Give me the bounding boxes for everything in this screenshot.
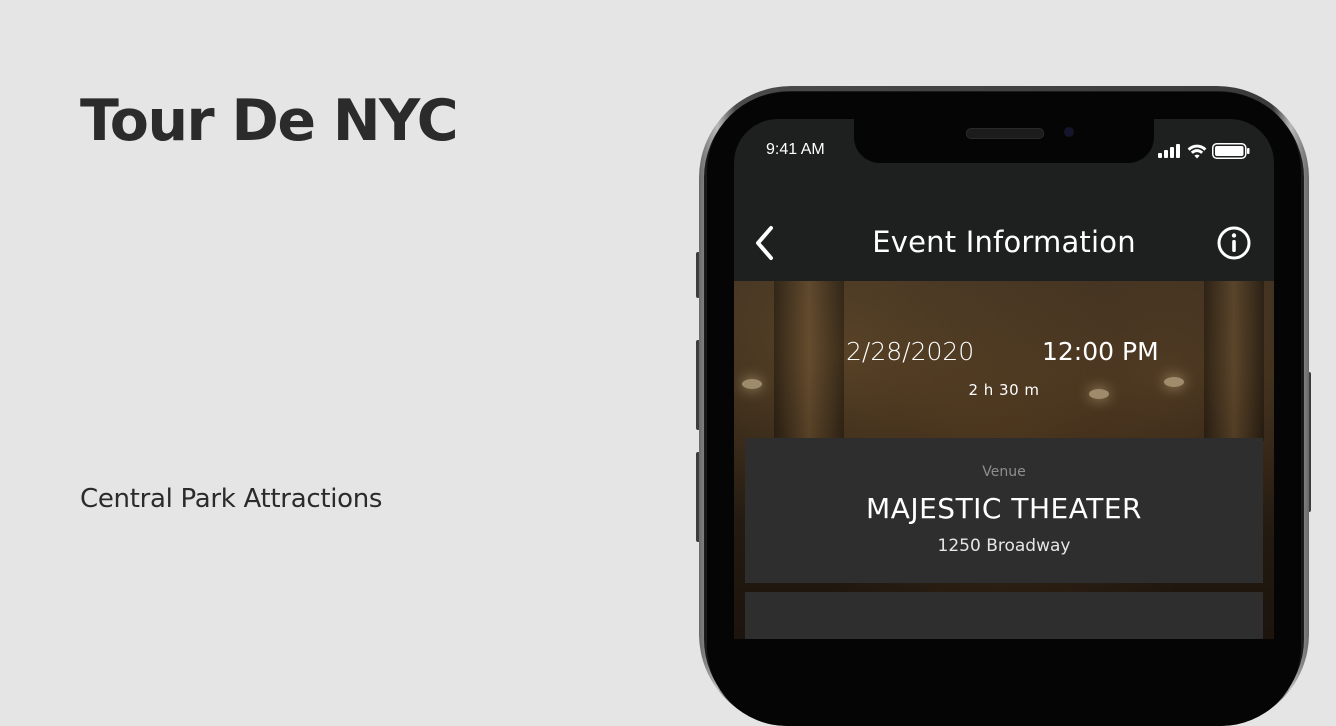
signal-icon (1158, 144, 1180, 158)
event-time: 12:00 PM (1042, 337, 1159, 366)
venue-address: 1250 Broadway (937, 536, 1071, 556)
page-subtitle: Central Park Attractions (80, 484, 383, 514)
status-time: 9:41 AM (766, 141, 825, 158)
phone-screen: 9:41 AM Event Information 2/28/2020 12:0… (734, 119, 1274, 639)
battery-icon (1212, 143, 1250, 159)
phone-notch (854, 119, 1154, 163)
event-duration: 2 h 30 m (968, 381, 1040, 399)
venue-label: Venue (982, 464, 1026, 480)
status-icons (1158, 141, 1250, 161)
header-title: Event Information (872, 225, 1136, 259)
wifi-icon (1187, 144, 1207, 158)
next-info-card (745, 592, 1263, 639)
earpiece-speaker (966, 128, 1044, 139)
front-camera-icon (1064, 127, 1074, 137)
event-date: 2/28/2020 (846, 337, 975, 366)
venue-card[interactable]: Venue MAJESTIC THEATER 1250 Broadway (745, 438, 1263, 583)
theater-pillar-right (1204, 281, 1264, 441)
info-icon[interactable] (1216, 225, 1252, 261)
theater-pillar-left (774, 281, 844, 441)
app-header: Event Information (734, 209, 1274, 279)
event-hero-image: 2/28/2020 12:00 PM 2 h 30 m Venue MAJEST… (734, 281, 1274, 639)
venue-name: MAJESTIC THEATER (866, 492, 1142, 525)
page-title: Tour De NYC (80, 88, 459, 154)
